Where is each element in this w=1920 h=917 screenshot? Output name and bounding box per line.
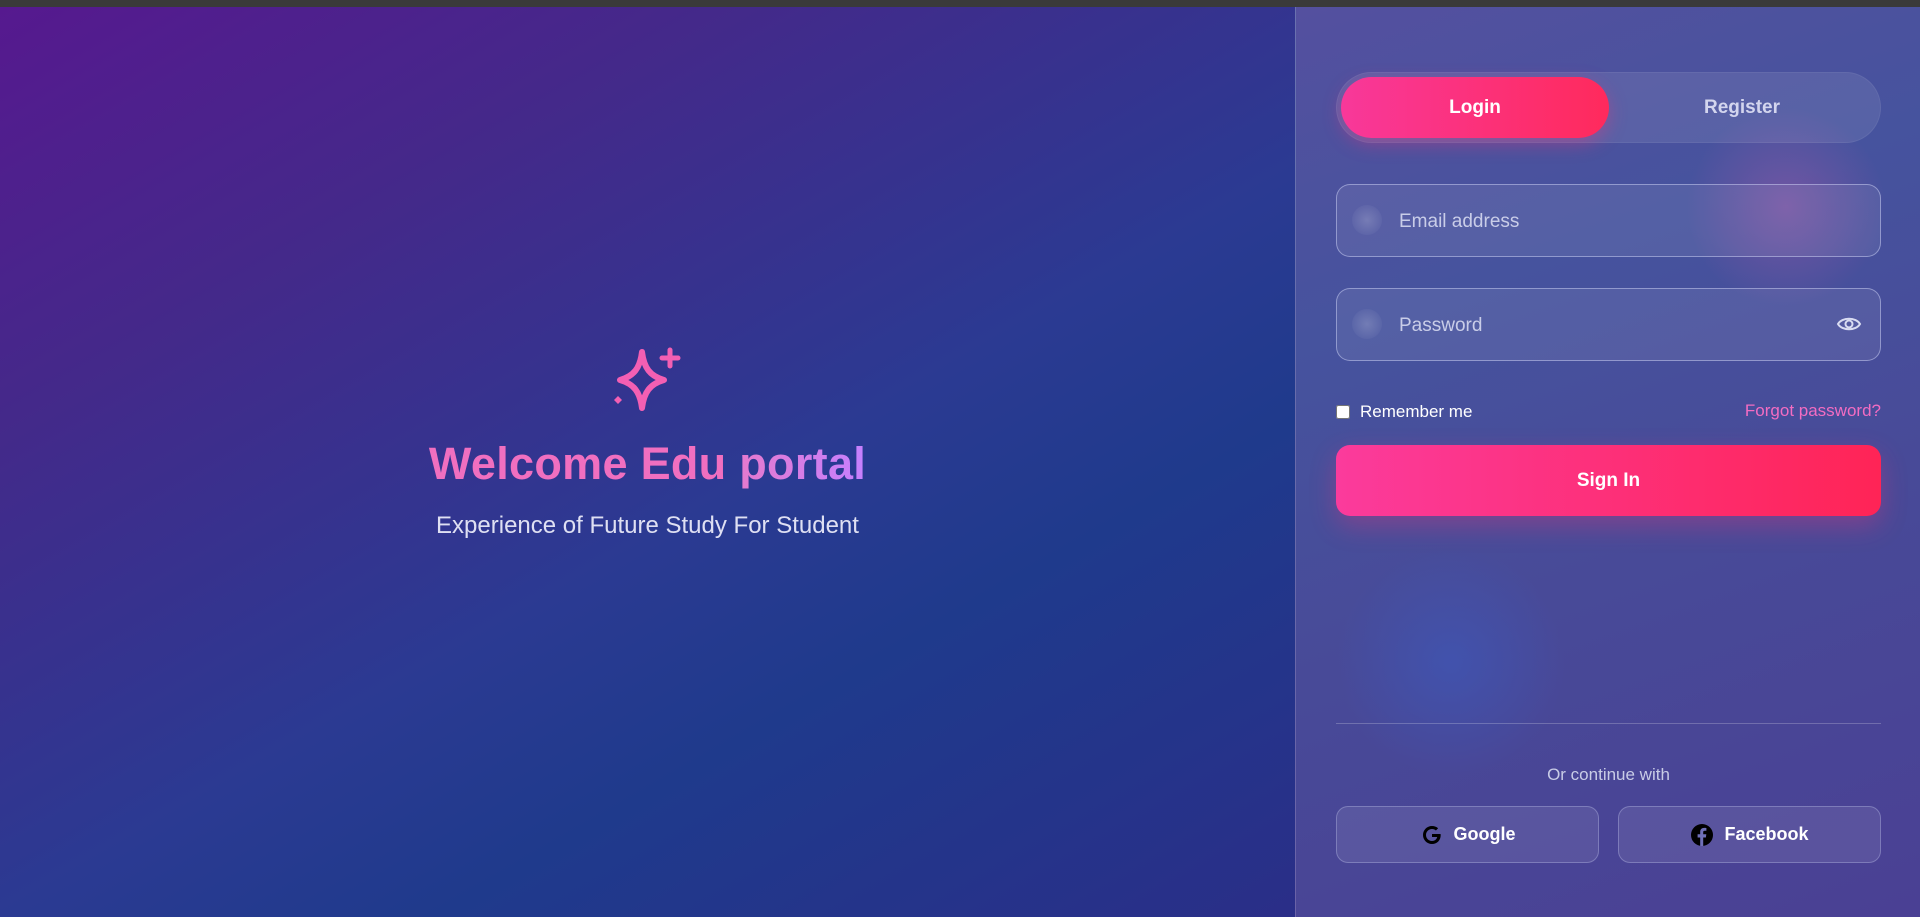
tab-login[interactable]: Login <box>1341 77 1609 138</box>
password-field <box>1336 288 1881 362</box>
hero-title: Welcome Edu portal <box>0 438 1295 490</box>
google-button[interactable]: Google <box>1336 806 1599 863</box>
google-label: Google <box>1453 824 1516 844</box>
auth-tabs: Login Register <box>1336 72 1881 143</box>
eye-icon[interactable] <box>1836 313 1862 335</box>
password-input[interactable] <box>1397 289 1821 362</box>
facebook-button[interactable]: Facebook <box>1618 806 1881 863</box>
hero-title-part2: portal <box>726 438 867 489</box>
remember-me-checkbox[interactable] <box>1336 405 1350 419</box>
remember-me-label: Remember me <box>1360 402 1473 421</box>
remember-me[interactable]: Remember me <box>1336 401 1472 423</box>
hero-section: Welcome Edu portal Experience of Future … <box>0 7 1295 917</box>
email-icon <box>1352 205 1382 235</box>
email-input[interactable] <box>1397 185 1821 258</box>
facebook-label: Facebook <box>1724 824 1809 844</box>
google-icon <box>1422 825 1441 844</box>
sparkles-icon <box>613 347 680 411</box>
auth-panel: Login Register Remember me Forgot passwo… <box>1295 7 1920 917</box>
forgot-password-link[interactable]: Forgot password? <box>1745 401 1881 421</box>
sign-in-button[interactable]: Sign In <box>1336 445 1881 516</box>
facebook-icon <box>1691 823 1714 846</box>
hero-content: Welcome Edu portal Experience of Future … <box>0 342 1295 540</box>
continue-with-label: Or continue with <box>1547 765 1670 784</box>
tab-register[interactable]: Register <box>1608 77 1876 138</box>
hero-title-part1: Welcome Edu <box>428 438 727 489</box>
email-field <box>1336 184 1881 258</box>
divider <box>1336 723 1881 724</box>
hero-subtitle: Experience of Future Study For Student <box>436 512 859 539</box>
decorative-glow <box>1336 547 1566 777</box>
lock-icon <box>1352 309 1382 339</box>
